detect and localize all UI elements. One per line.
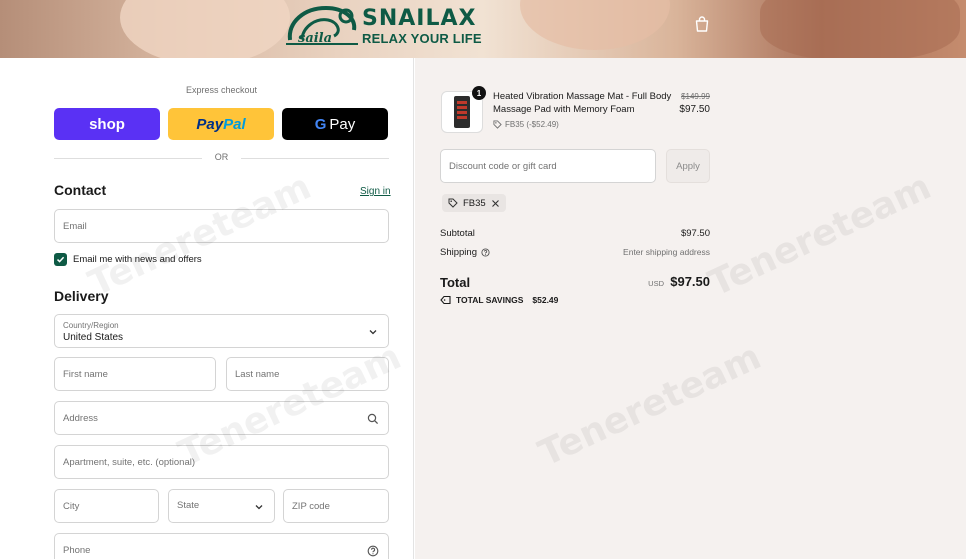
shopping-bag-icon[interactable] (693, 15, 711, 33)
divider-line (241, 158, 389, 159)
help-circle-icon[interactable] (367, 545, 379, 557)
discounted-price: $97.50 (679, 104, 710, 115)
subtotal-value: $97.50 (680, 228, 710, 239)
email-placeholder: Email (63, 221, 87, 232)
total-label: Total (440, 275, 471, 290)
banner-photo-shape (520, 0, 670, 50)
header-banner: saila SNAILAX RELAX YOUR LIFE (0, 0, 966, 58)
subtotal-row: Subtotal $97.50 (440, 228, 710, 242)
or-label: OR (214, 152, 229, 162)
paypal-label-part2: Pal (223, 115, 246, 133)
email-field[interactable]: Email (54, 209, 389, 243)
shipping-value: Enter shipping address (623, 247, 710, 257)
tag-icon (440, 295, 451, 305)
last-name-placeholder: Last name (235, 369, 280, 380)
phone-field[interactable]: Phone (54, 533, 389, 559)
total-savings-label: TOTAL SAVINGS (456, 295, 524, 305)
applied-discount-chip: FB35 (442, 194, 506, 212)
total-savings-value: $52.49 (532, 295, 559, 305)
news-checkbox-label: Email me with news and offers (73, 253, 202, 265)
shipping-label-group: Shipping (440, 247, 490, 258)
total-value: $97.50 (670, 274, 710, 289)
first-name-field[interactable]: First name (54, 357, 216, 391)
google-g-icon: G (314, 115, 327, 133)
shop-pay-button[interactable]: shop (54, 108, 160, 140)
delivery-heading: Delivery (54, 288, 109, 304)
chevron-down-icon (255, 505, 263, 510)
brand-tagline: RELAX YOUR LIFE (362, 31, 482, 46)
last-name-field[interactable]: Last name (226, 357, 389, 391)
first-name-placeholder: First name (63, 369, 108, 380)
shipping-label: Shipping (440, 247, 477, 258)
state-placeholder: State (177, 500, 200, 511)
tag-icon (493, 120, 502, 129)
country-value: United States (63, 332, 124, 343)
phone-placeholder: Phone (63, 545, 91, 556)
currency-code: USD (648, 279, 664, 288)
zip-placeholder: ZIP code (292, 501, 330, 512)
sign-in-link[interactable]: Sign in (360, 186, 391, 197)
order-summary-column: 1 Heated Vibration Massage Mat - Full Bo… (415, 58, 966, 559)
total-savings: TOTAL SAVINGS $52.49 (440, 295, 558, 305)
search-icon (367, 413, 379, 425)
original-price: $149.99 (681, 92, 710, 101)
banner-photo-shape (760, 0, 960, 58)
apartment-field[interactable]: Apartment, suite, etc. (optional) (54, 445, 389, 479)
address-field[interactable]: Address (54, 401, 389, 435)
express-checkout-label: Express checkout (185, 85, 258, 95)
checkmark-icon (56, 256, 65, 263)
product-title: Heated Vibration Massage Mat - Full Body… (493, 91, 672, 115)
country-label: Country/Region (63, 321, 119, 330)
banner-photo-shape (120, 0, 290, 58)
product-discount-text: FB35 (-$52.49) (505, 120, 559, 129)
checkout-form-column: Express checkout shop Pay Pal G Pay OR Co… (0, 58, 414, 559)
product-image-detail (457, 101, 467, 121)
google-pay-label: Pay (329, 115, 356, 133)
snail-logo-icon: saila (286, 5, 358, 46)
shop-pay-label: shop (89, 115, 125, 133)
tag-icon (448, 198, 458, 208)
apply-discount-button[interactable]: Apply (666, 149, 710, 183)
news-opt-in-row[interactable]: Email me with news and offers (54, 252, 202, 266)
brand-logo[interactable]: saila SNAILAX RELAX YOUR LIFE (282, 2, 487, 50)
paypal-label-part1: Pay (196, 115, 224, 133)
close-icon[interactable] (491, 199, 500, 208)
state-select[interactable]: State (168, 489, 275, 523)
applied-discount-code: FB35 (463, 197, 486, 209)
help-circle-icon[interactable] (481, 248, 490, 257)
contact-heading: Contact (54, 182, 107, 198)
city-placeholder: City (63, 501, 80, 512)
quantity-badge: 1 (472, 86, 486, 100)
discount-code-input[interactable]: Discount code or gift card (440, 149, 656, 183)
svg-text:saila: saila (298, 31, 332, 46)
google-pay-button[interactable]: G Pay (282, 108, 388, 140)
city-field[interactable]: City (54, 489, 159, 523)
country-select[interactable]: Country/Region United States (54, 314, 389, 348)
discount-code-placeholder: Discount code or gift card (449, 161, 557, 172)
total-row: Total USD $97.50 (440, 274, 710, 292)
address-placeholder: Address (63, 413, 98, 424)
paypal-button[interactable]: Pay Pal (168, 108, 274, 140)
brand-name: SNAILAX (362, 6, 477, 31)
news-checkbox[interactable] (54, 252, 67, 266)
or-divider: OR (54, 151, 389, 165)
product-discount-note: FB35 (-$52.49) (493, 120, 559, 129)
shipping-row: Shipping Enter shipping address (440, 247, 710, 261)
chevron-down-icon (369, 330, 377, 335)
subtotal-label: Subtotal (440, 228, 475, 239)
zip-field[interactable]: ZIP code (283, 489, 389, 523)
apartment-placeholder: Apartment, suite, etc. (optional) (63, 457, 196, 468)
